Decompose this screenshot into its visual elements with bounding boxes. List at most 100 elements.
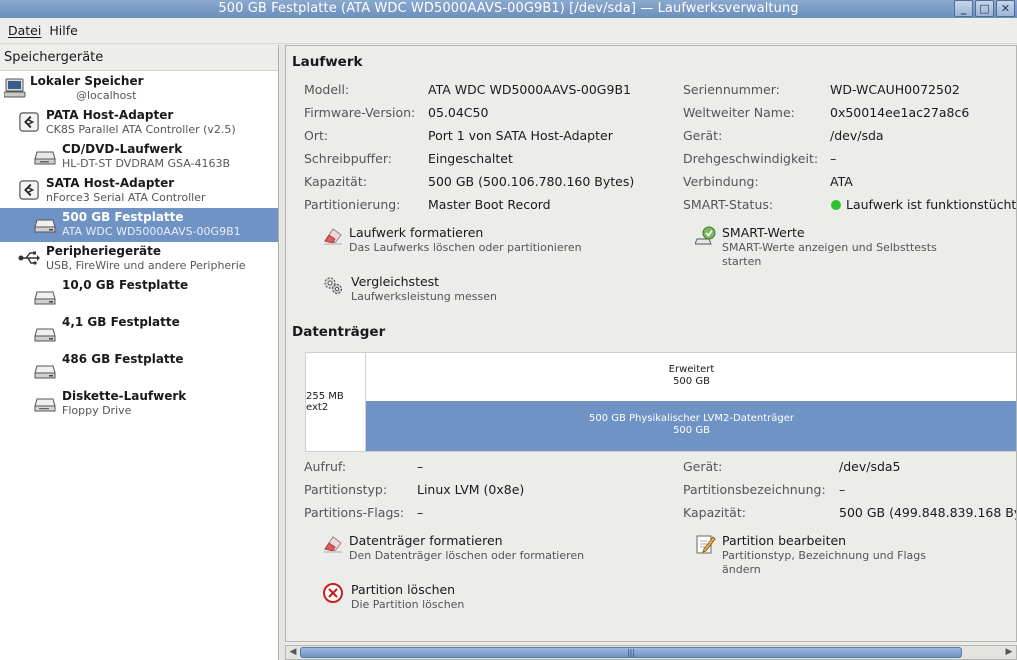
- optical-drive-icon: [34, 151, 56, 165]
- action-title: SMART-Werte: [722, 225, 805, 240]
- tree-item-title: Diskette-Laufwerk: [62, 389, 187, 403]
- prop-label: Modell:: [304, 82, 350, 97]
- window-title: 500 GB Festplatte (ATA WDC WD5000AAVS-00…: [218, 1, 799, 16]
- tree-item-cd-dvd[interactable]: CD/DVD-Laufwerk HL-DT-ST DVDRAM GSA-4163…: [0, 140, 278, 174]
- prop-value: –: [830, 151, 837, 166]
- scroll-left-icon[interactable]: ◀: [286, 646, 300, 659]
- tree-item-subtitle: CK8S Parallel ATA Controller (v2.5): [46, 123, 236, 136]
- action-desc-line2: ändern: [722, 563, 761, 576]
- horizontal-scrollbar[interactable]: ◀ ||| ▶: [285, 645, 1017, 660]
- tree-item-500gb-disk[interactable]: 500 GB Festplatte ATA WDC WD5000AAVS-00G…: [0, 208, 278, 242]
- partition-lvm-label: 500 GB Physikalischer LVM2-Datenträger: [588, 413, 795, 424]
- prop-value: 0x50014ee1ac27a8c6: [830, 105, 970, 120]
- tree-item-pata-adapter[interactable]: PATA Host-Adapter CK8S Parallel ATA Cont…: [0, 106, 278, 140]
- prop-value: 05.04C50: [428, 105, 489, 120]
- prop-label: Ort:: [304, 128, 329, 143]
- tree-item-486gb-disk[interactable]: 486 GB Festplatte: [0, 350, 278, 384]
- prop-value: Port 1 von SATA Host-Adapter: [428, 128, 613, 143]
- action-desc: Partitionstyp, Bezeichnung und Flags ände…: [722, 549, 926, 577]
- prop-label: Verbindung:: [683, 174, 759, 189]
- action-title: Laufwerk formatieren: [349, 225, 484, 240]
- partition-extended[interactable]: Erweitert 500 GB: [366, 353, 1016, 401]
- tree-item-subtitle: nForce3 Serial ATA Controller: [46, 191, 206, 204]
- details-panel: Laufwerk Modell: ATA WDC WD5000AAVS-00G9…: [285, 45, 1017, 642]
- smart-diagnostics-icon: [695, 226, 716, 245]
- maximize-button[interactable]: □: [975, 0, 994, 17]
- menu-help[interactable]: Hilfe: [45, 23, 81, 38]
- partition-ext2-label: 255 MB ext2: [306, 391, 344, 413]
- controller-icon: [19, 112, 39, 132]
- drive-section-title: Laufwerk: [292, 54, 363, 70]
- tree-item-title: SATA Host-Adapter: [46, 176, 175, 190]
- prop-label: Kapazität:: [683, 505, 746, 520]
- prop-label: Partitionstyp:: [304, 482, 388, 497]
- action-title: Partition löschen: [351, 582, 456, 597]
- tree-item-title: 486 GB Festplatte: [62, 352, 184, 366]
- delete-icon: [323, 583, 343, 603]
- prop-value: 500 GB (500.106.780.160 Bytes): [428, 174, 635, 189]
- tree-item-sata-adapter[interactable]: SATA Host-Adapter nForce3 Serial ATA Con…: [0, 174, 278, 208]
- prop-value: Master Boot Record: [428, 197, 551, 212]
- tree-item-title: PATA Host-Adapter: [46, 108, 174, 122]
- tree-item-title: CD/DVD-Laufwerk: [62, 142, 183, 156]
- minimize-button[interactable]: _: [954, 0, 973, 17]
- tree-item-title: Lokaler Speicher: [30, 74, 144, 88]
- device-sidebar: Speichergeräte Lokaler Speicher @localho…: [0, 45, 279, 660]
- scrollbar-grip: |||: [626, 648, 636, 657]
- prop-value: Eingeschaltet: [428, 151, 513, 166]
- tree-item-floppy[interactable]: Diskette-Laufwerk Floppy Drive: [0, 387, 278, 421]
- title-bar[interactable]: 500 GB Festplatte (ATA WDC WD5000AAVS-00…: [0, 0, 1017, 18]
- prop-label: Firmware-Version:: [304, 105, 416, 120]
- smart-status-text: Laufwerk ist funktionstüchtig: [846, 197, 1017, 212]
- tree-item-4gb-disk[interactable]: 4,1 GB Festplatte: [0, 313, 278, 347]
- prop-label: Aufruf:: [304, 459, 347, 474]
- close-button[interactable]: ✕: [996, 0, 1015, 17]
- edit-icon: [696, 535, 716, 554]
- prop-value: ATA WDC WD5000AAVS-00G9B1: [428, 82, 631, 97]
- computer-icon: [4, 78, 26, 98]
- hard-disk-icon: [34, 328, 56, 342]
- prop-value: 500 GB (499.848.839.168 Bytes): [839, 505, 1016, 520]
- tree-item-subtitle: USB, FireWire und andere Peripherie: [46, 259, 246, 272]
- action-title: Partition bearbeiten: [722, 533, 847, 548]
- tree-item-subtitle: @localhost: [76, 89, 137, 102]
- tree-item-subtitle: HL-DT-ST DVDRAM GSA-4163B: [62, 157, 231, 170]
- prop-label: Gerät:: [683, 128, 723, 143]
- prop-label: Seriennummer:: [683, 82, 780, 97]
- controller-icon: [19, 180, 39, 200]
- tree-item-peripherals[interactable]: Peripheriegeräte USB, FireWire und ander…: [0, 242, 278, 276]
- menu-bar: Datei Hilfe: [0, 18, 1017, 44]
- prop-label: Kapazität:: [304, 174, 367, 189]
- scrollbar-thumb[interactable]: |||: [300, 647, 962, 658]
- tree-item-title: 10,0 GB Festplatte: [62, 278, 189, 292]
- action-title: Vergleichstest: [351, 274, 440, 289]
- prop-value: WD-WCAUH0072502: [830, 82, 960, 97]
- tree-item-title: Peripheriegeräte: [46, 244, 162, 258]
- tree-item-title: 4,1 GB Festplatte: [62, 315, 180, 329]
- tree-item-subtitle: ATA WDC WD5000AAVS-00G9B1: [62, 225, 241, 238]
- status-ok-icon: [831, 200, 841, 210]
- volumes-section-title: Datenträger: [292, 324, 386, 340]
- prop-value: ATA: [830, 174, 853, 189]
- prop-value: Linux LVM (0x8e): [417, 482, 525, 497]
- partition-ext2[interactable]: 255 MB ext2: [306, 353, 366, 451]
- tree-item-subtitle: Floppy Drive: [62, 404, 132, 417]
- action-desc: Den Datenträger löschen oder formatieren: [349, 549, 585, 562]
- hard-disk-icon: [34, 291, 56, 305]
- partition-lvm-size: 500 GB: [673, 425, 710, 436]
- menu-file[interactable]: Datei: [4, 23, 45, 38]
- action-desc: Die Partition löschen: [351, 598, 465, 611]
- tree-item-10gb-disk[interactable]: 10,0 GB Festplatte: [0, 276, 278, 310]
- action-desc: Das Laufwerks löschen oder partitioniere…: [349, 241, 582, 254]
- partition-lvm[interactable]: 500 GB Physikalischer LVM2-Datenträger 50…: [366, 401, 1016, 451]
- action-title: Datenträger formatieren: [349, 533, 503, 548]
- action-desc: SMART-Werte anzeigen und Selbsttests star…: [722, 241, 937, 269]
- action-desc-line1: SMART-Werte anzeigen und Selbsttests: [722, 241, 937, 254]
- scroll-right-icon[interactable]: ▶: [1002, 646, 1016, 659]
- prop-label: Partitionsbezeichnung:: [683, 482, 826, 497]
- tree-item-local-storage[interactable]: Lokaler Speicher @localhost: [0, 72, 278, 106]
- prop-label: Schreibpuffer:: [304, 151, 392, 166]
- prop-label: SMART-Status:: [683, 197, 774, 212]
- action-desc-line1: Partitionstyp, Bezeichnung und Flags: [722, 549, 926, 562]
- smart-status-value: Laufwerk ist funktionstüchtig: [831, 197, 1017, 212]
